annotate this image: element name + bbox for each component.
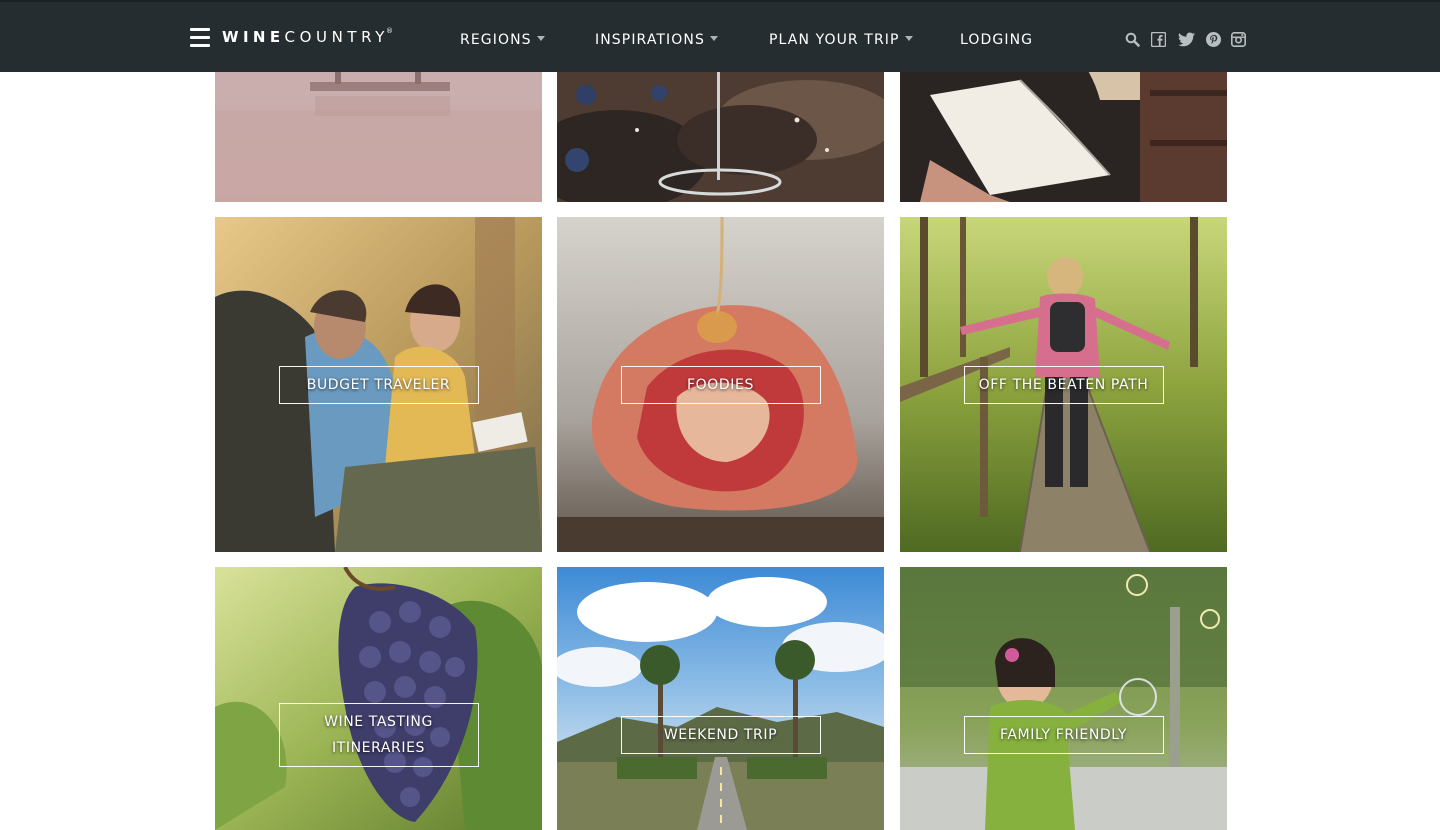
twitter-icon[interactable] (1178, 32, 1195, 47)
nav-inspirations-label: INSPIRATIONS (595, 32, 705, 48)
pinterest-icon[interactable] (1206, 32, 1221, 47)
tile-family-friendly[interactable]: FAMILY FRIENDLY (900, 567, 1227, 830)
tile-off-the-beaten-path[interactable]: OFF THE BEATEN PATH (900, 217, 1227, 552)
tile-label: FAMILY FRIENDLY (963, 716, 1164, 754)
logo-thin-text: COUNTRY (284, 28, 389, 46)
logo-registered-mark: ® (386, 27, 393, 35)
chevron-down-icon (536, 36, 545, 41)
logo-bold-text: WINE (222, 28, 285, 46)
tile-label: WEEKEND TRIP (620, 716, 821, 754)
search-icon[interactable] (1125, 32, 1140, 47)
tile-label: OFF THE BEATEN PATH (963, 366, 1164, 404)
nav-lodging-label: LODGING (960, 32, 1034, 48)
top-navigation-bar: WINECOUNTRY® REGIONS INSPIRATIONS PLAN Y… (0, 0, 1440, 72)
tile-label: FOODIES (620, 366, 821, 404)
chevron-down-icon (904, 36, 913, 41)
tile-label: WINE TASTING ITINERARIES (278, 703, 479, 767)
instagram-icon[interactable] (1231, 32, 1246, 47)
tile-label: BUDGET TRAVELER (278, 366, 479, 404)
site-logo[interactable]: WINECOUNTRY® (222, 27, 396, 46)
nav-inspirations[interactable]: INSPIRATIONS (595, 32, 718, 48)
nav-plan-your-trip-label: PLAN YOUR TRIP (769, 32, 900, 48)
tile-budget-traveler[interactable]: BUDGET TRAVELER (215, 217, 542, 552)
tile-foodies[interactable]: FOODIES (557, 217, 884, 552)
chevron-down-icon (709, 36, 718, 41)
nav-regions-label: REGIONS (460, 32, 532, 48)
nav-plan-your-trip[interactable]: PLAN YOUR TRIP (769, 32, 913, 48)
grapes-image (215, 567, 542, 830)
palm-road-image (557, 567, 884, 830)
child-bubbles-image (900, 567, 1227, 830)
tile-weekend-trip[interactable]: WEEKEND TRIP (557, 567, 884, 830)
nav-regions[interactable]: REGIONS (460, 32, 545, 48)
nav-lodging[interactable]: LODGING (960, 32, 1033, 48)
facebook-icon[interactable] (1151, 32, 1166, 47)
menu-icon[interactable] (190, 28, 210, 48)
tile-wine-tasting-itineraries[interactable]: WINE TASTING ITINERARIES (215, 567, 542, 830)
